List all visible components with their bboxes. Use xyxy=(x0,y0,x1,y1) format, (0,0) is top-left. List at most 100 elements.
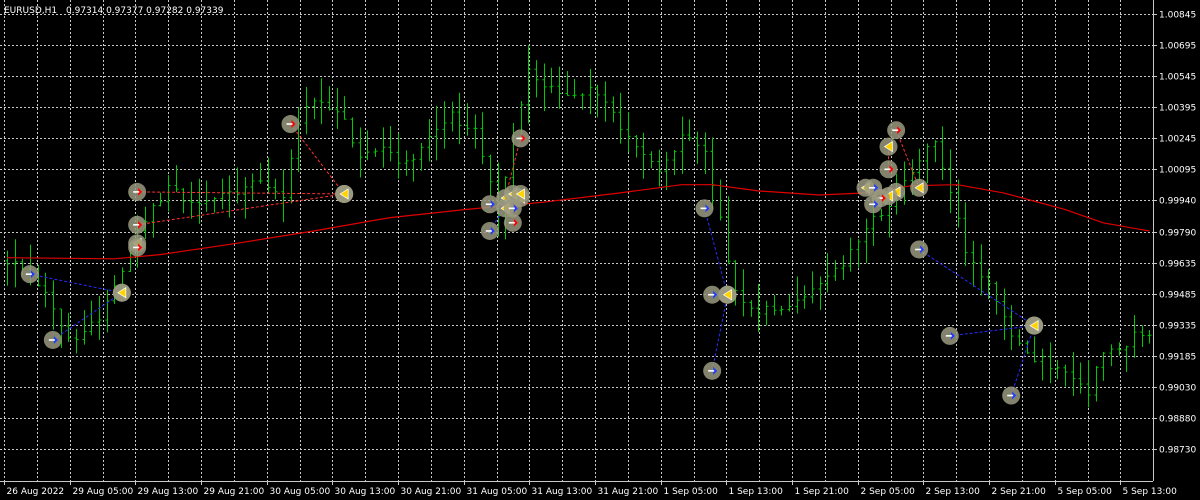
price-bar xyxy=(672,150,677,176)
price-bar xyxy=(618,92,623,144)
moving-average-line xyxy=(6,184,1150,260)
price-bars xyxy=(5,44,1152,408)
price-bar xyxy=(680,116,685,174)
time-tick-label: 2 Sep 13:00 xyxy=(926,487,981,497)
time-tick-label: 31 Aug 21:00 xyxy=(598,487,659,497)
price-bar xyxy=(764,300,769,326)
price-bar xyxy=(82,310,87,345)
price-bar xyxy=(97,295,102,340)
buy-trade-link xyxy=(895,130,920,188)
sell-entry-marker xyxy=(1002,386,1021,405)
buy-entry-marker xyxy=(128,215,147,234)
price-bar xyxy=(1140,325,1145,348)
price-bar xyxy=(442,101,447,149)
time-tick-label: 29 Aug 13:00 xyxy=(138,487,199,497)
price-bar xyxy=(841,255,846,280)
time-tick-label: 30 Aug 13:00 xyxy=(335,487,396,497)
price-bar xyxy=(818,276,823,310)
price-bar xyxy=(335,87,340,129)
price-tick-label: 1.00845 xyxy=(1159,11,1196,21)
grid-lines xyxy=(0,0,1154,482)
sell-entry-marker xyxy=(864,195,883,214)
price-bar xyxy=(557,66,562,109)
price-bar xyxy=(281,169,286,223)
price-bar xyxy=(419,142,424,171)
price-tick-label: 1.00545 xyxy=(1159,73,1196,83)
price-bar xyxy=(473,114,478,149)
price-bar xyxy=(549,67,554,94)
price-bar xyxy=(250,173,255,201)
price-axis[interactable]: 1.00845 1.00695 1.00545 1.00395 1.00245 1.000… xyxy=(1153,11,1196,456)
sell-entry-marker xyxy=(940,326,959,345)
time-tick-label: 31 Aug 05:00 xyxy=(467,487,528,497)
price-bar xyxy=(979,244,984,296)
price-tick-label: 1.00395 xyxy=(1159,104,1196,114)
time-tick-label: 26 Aug 2022 xyxy=(7,487,65,497)
price-bar xyxy=(1078,362,1083,394)
trading-chart-window[interactable]: 1.00845 1.00695 1.00545 1.00395 1.00245 1.000… xyxy=(0,0,1200,500)
price-bar xyxy=(373,148,378,157)
price-bar xyxy=(657,149,662,187)
price-tick-label: 0.99335 xyxy=(1159,322,1196,332)
price-bar xyxy=(726,196,731,265)
price-bar xyxy=(1132,315,1137,358)
sell-entry-marker xyxy=(20,265,39,284)
price-bar xyxy=(772,294,777,316)
price-bar xyxy=(956,179,961,228)
sell-entry-marker xyxy=(703,361,722,380)
time-axis[interactable]: 26 Aug 2022 29 Aug 05:00 29 Aug 13:00 29 Au… xyxy=(4,481,1178,497)
sell-entry-marker xyxy=(703,285,722,304)
price-bar xyxy=(434,105,439,161)
price-bar xyxy=(994,281,999,315)
time-tick-label: 1 Sep 05:00 xyxy=(664,487,719,497)
price-bar xyxy=(450,101,455,132)
price-bar xyxy=(388,126,393,162)
price-tick-label: 0.98880 xyxy=(1159,415,1196,425)
price-bar xyxy=(166,175,171,212)
buy-entry-marker xyxy=(281,115,300,134)
price-bar xyxy=(296,106,301,173)
price-chart[interactable]: 1.00845 1.00695 1.00545 1.00395 1.00245 1.000… xyxy=(0,0,1200,500)
price-bar xyxy=(1071,352,1076,396)
price-bar xyxy=(1063,364,1068,387)
price-bar xyxy=(1002,288,1007,340)
price-bar xyxy=(1094,365,1099,402)
buy-entry-marker xyxy=(511,129,530,148)
price-bar xyxy=(948,149,953,214)
price-bar xyxy=(626,112,631,153)
price-bar xyxy=(695,131,700,164)
price-bar xyxy=(802,285,807,309)
price-bar xyxy=(312,97,317,120)
time-tick-label: 2 Sep 21:00 xyxy=(992,487,1047,497)
time-tick-label: 31 Aug 13:00 xyxy=(532,487,593,497)
price-bar xyxy=(542,63,547,112)
price-bar xyxy=(74,328,79,354)
price-bar xyxy=(1086,359,1091,408)
price-bar xyxy=(641,132,646,179)
sell-entry-marker xyxy=(480,221,499,240)
sell-trade-link xyxy=(29,273,122,294)
price-bar xyxy=(5,250,10,286)
sell-entry-marker xyxy=(695,199,714,218)
price-bar xyxy=(940,126,945,180)
sell-entry-marker xyxy=(43,330,62,349)
symbol-timeframe: EURUSD,H1 xyxy=(4,6,57,16)
price-bar xyxy=(779,305,784,316)
sell-trade-link xyxy=(711,294,728,371)
price-bar xyxy=(273,178,278,200)
ohlc-values: 0.97314 0.97377 0.97282 0.97339 xyxy=(66,6,224,16)
price-bar xyxy=(687,119,692,142)
price-bar xyxy=(611,96,616,123)
price-bar xyxy=(304,86,309,135)
price-bar xyxy=(1048,342,1053,384)
sell-entry-marker xyxy=(480,195,499,214)
price-bar xyxy=(917,148,922,182)
price-bar xyxy=(787,294,792,312)
time-tick-label: 5 Sep 13:00 xyxy=(1123,487,1178,497)
buy-entry-marker xyxy=(128,238,147,257)
price-bar xyxy=(411,153,416,182)
sell-trade-link xyxy=(704,208,728,295)
sell-entry-marker xyxy=(910,240,929,259)
price-bar xyxy=(963,202,968,266)
price-tick-label: 0.99030 xyxy=(1159,384,1196,394)
